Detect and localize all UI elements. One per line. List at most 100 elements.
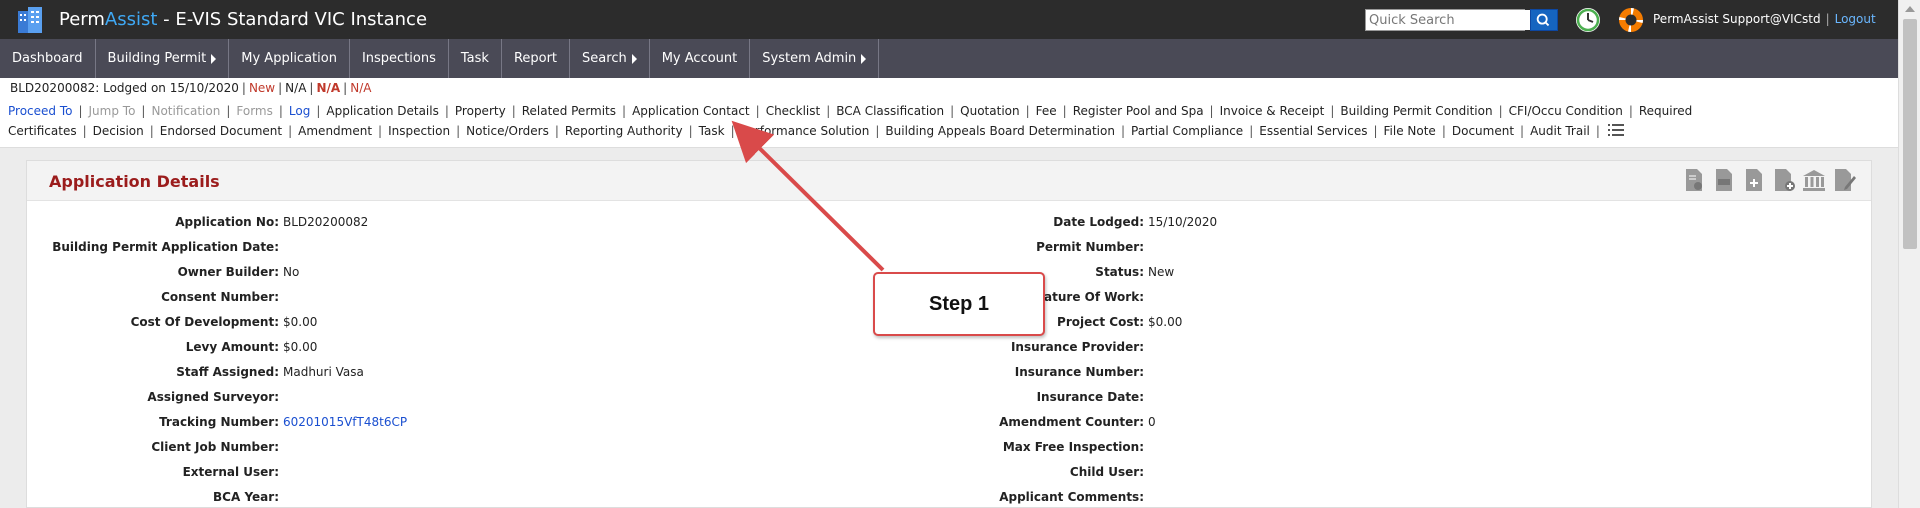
link-separator: | [378,124,383,138]
link-separator: | [82,124,87,138]
field-label: Tracking Number: [159,415,279,429]
sublink-register-pool-and-spa[interactable]: Register Pool and Spa [1073,104,1204,118]
application-sub-links: Proceed To | Jump To | Notification | Forms | Lo… [8,101,1888,141]
search-button[interactable] [1530,9,1558,31]
brand-part-2: Assist [104,9,158,30]
logout-link[interactable]: Logout [1835,12,1876,26]
sublink-checklist[interactable]: Checklist [766,104,821,118]
nav-item-task[interactable]: Task [449,39,502,78]
edit-doc-icon[interactable] [1831,167,1857,193]
tracking-number-link[interactable]: 60201015VfT48t6CP [283,415,407,429]
quick-search-input[interactable] [1366,10,1530,30]
status-na-3: N/A [350,81,372,95]
status-na-2: N/A [316,81,341,95]
sublink-notification[interactable]: Notification [151,104,220,118]
sublink-property[interactable]: Property [455,104,506,118]
building-logo-icon[interactable] [14,3,46,35]
field-label: Client Job Number: [151,440,279,454]
sublink-reporting-authority[interactable]: Reporting Authority [565,124,683,138]
brand-part-1: Perm [59,9,105,30]
sublink-building-permit-condition[interactable]: Building Permit Condition [1340,104,1492,118]
list-view-icon[interactable] [1607,124,1624,136]
field-row: Child User: [960,465,1148,479]
field-row: Owner Builder: No [27,265,300,279]
field-label: Building Permit Application Date: [52,240,279,254]
vertical-scrollbar[interactable] [1898,0,1920,508]
sublink-bca-classification[interactable]: BCA Classification [836,104,944,118]
field-label: Max Free Inspection: [1002,440,1144,454]
nav-item-search[interactable]: Search [570,39,650,78]
sublink-fee[interactable]: Fee [1036,104,1057,118]
nav-item-label: Inspections [361,51,436,66]
link-separator: | [554,124,559,138]
nav-item-dashboard[interactable]: Dashboard [0,39,96,78]
sublink-file-note[interactable]: File Note [1384,124,1436,138]
field-row: Date Lodged: 15/10/2020 [960,215,1217,229]
sublink-essential-services[interactable]: Essential Services [1259,124,1367,138]
sublink-related-permits[interactable]: Related Permits [522,104,616,118]
sublink-quotation[interactable]: Quotation [960,104,1019,118]
sublink-decision[interactable]: Decision [93,124,144,138]
nav-item-label: Search [582,51,627,66]
link-separator: | [1595,124,1600,138]
sublink-building-appeals-board-determination[interactable]: Building Appeals Board Determination [885,124,1115,138]
link-separator: | [688,124,693,138]
field-row: Permit Number: [960,240,1148,254]
application-lodged-text: BLD20200082: Lodged on 15/10/2020 [10,81,239,95]
certificate-doc-icon[interactable] [1681,167,1707,193]
field-row: Insurance Provider: [960,340,1148,354]
status-na-1: N/A [285,81,307,95]
sublink-proceed-to[interactable]: Proceed To [8,104,72,118]
link-separator: | [1441,124,1446,138]
nav-item-label: Dashboard [12,51,83,66]
link-separator: | [1025,104,1030,118]
nav-item-inspections[interactable]: Inspections [350,39,449,78]
sublink-jump-to[interactable]: Jump To [89,104,136,118]
link-separator: | [1249,124,1254,138]
add-doc-plus-icon[interactable] [1771,167,1797,193]
pdf-doc-icon[interactable] [1711,167,1737,193]
field-row: Levy Amount: $0.00 [27,340,318,354]
field-row: External User: [27,465,283,479]
scroll-thumb[interactable] [1903,19,1917,249]
sublink-amendment[interactable]: Amendment [298,124,372,138]
panel-tools [1681,167,1857,193]
nav-item-building-permit[interactable]: Building Permit [96,39,230,78]
sublink-invoice-receipt[interactable]: Invoice & Receipt [1220,104,1325,118]
sublink-inspection[interactable]: Inspection [388,124,450,138]
panel-title: Application Details [49,172,220,191]
sublink-task[interactable]: Task [699,124,725,138]
field-value: BLD20200082 [283,215,369,229]
submenu-arrow-icon [631,53,637,64]
sublink-audit-trail[interactable]: Audit Trail [1530,124,1590,138]
nav-item-my-application[interactable]: My Application [229,39,350,78]
nav-item-my-account[interactable]: My Account [650,39,751,78]
field-label: Application No: [175,215,279,229]
sublink-application-details[interactable]: Application Details [326,104,438,118]
link-separator: | [456,124,461,138]
sublink-endorsed-document[interactable]: Endorsed Document [160,124,282,138]
bank-icon[interactable] [1801,167,1827,193]
sublink-application-contact[interactable]: Application Contact [632,104,750,118]
sublink-notice-orders[interactable]: Notice/Orders [466,124,549,138]
add-doc-icon[interactable] [1741,167,1767,193]
sublink-document[interactable]: Document [1452,124,1514,138]
field-label: Date Lodged: [1053,215,1144,229]
nav-item-system-admin[interactable]: System Admin [750,39,880,78]
link-separator: | [1628,104,1633,118]
field-row: Applicant Comments: [960,490,1148,504]
sublink-partial-compliance[interactable]: Partial Compliance [1131,124,1243,138]
nav-item-report[interactable]: Report [502,39,571,78]
link-separator: | [511,104,516,118]
scroll-up-arrow-icon[interactable] [1905,6,1915,12]
field-value: $0.00 [1148,315,1183,329]
lifebuoy-support-icon[interactable] [1617,6,1645,34]
link-separator: | [1498,104,1503,118]
sublink-log[interactable]: Log [289,104,310,118]
clock-history-icon[interactable] [1575,7,1601,33]
sublink-forms[interactable]: Forms [236,104,272,118]
field-row: Client Job Number: [27,440,283,454]
nav-item-label: My Account [661,51,738,66]
sublink-cfi-occu-condition[interactable]: CFI/Occu Condition [1509,104,1623,118]
field-label: Amendment Counter: [999,415,1144,429]
